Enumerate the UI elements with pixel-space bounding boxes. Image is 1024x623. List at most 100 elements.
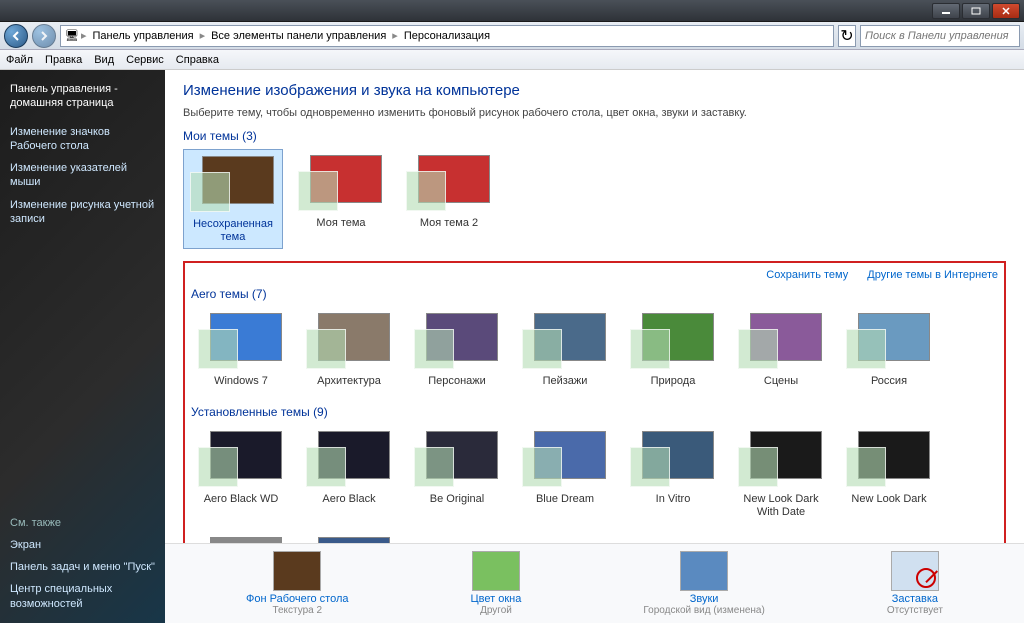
theme-item[interactable]: Природа — [623, 307, 723, 392]
sidebar-home-link[interactable]: Панель управления - домашняя страница — [8, 78, 157, 115]
theme-item[interactable]: Пейзажи — [515, 307, 615, 392]
footer-label: Фон Рабочего стола — [246, 593, 349, 605]
theme-label: New Look Dark — [843, 493, 935, 506]
theme-thumbnail — [520, 311, 610, 371]
theme-label: Be Original — [411, 493, 503, 506]
theme-thumbnail — [628, 311, 718, 371]
menu-file[interactable]: Файл — [6, 54, 33, 66]
theme-item[interactable]: Windows 7 — [191, 307, 291, 392]
scroll-area[interactable]: Изменение изображения и звука на компьют… — [165, 70, 1024, 543]
menu-tools[interactable]: Сервис — [126, 54, 164, 66]
theme-thumbnail — [844, 311, 934, 371]
address-bar: 🖥 ▸ Панель управления ▸ Все элементы пан… — [0, 22, 1024, 50]
content-pane: Изменение изображения и звука на компьют… — [165, 70, 1024, 623]
theme-thumbnail — [196, 311, 286, 371]
more-themes-link[interactable]: Другие темы в Интернете — [867, 269, 998, 281]
section-aero-themes: Aero темы (7) Windows 7 Архитектура Персон… — [191, 287, 998, 392]
footer-item[interactable]: ЗвукиГородской вид (изменена) — [643, 551, 764, 616]
footer-label: Цвет окна — [471, 593, 522, 605]
footer-sublabel: Другой — [471, 605, 522, 616]
search-input[interactable] — [860, 25, 1020, 47]
theme-label: In Vitro — [627, 493, 719, 506]
theme-thumbnail — [412, 429, 502, 489]
footer-sublabel: Отсутствует — [887, 605, 943, 616]
theme-thumbnail — [304, 429, 394, 489]
sidebar-link-display[interactable]: Экран — [8, 534, 157, 556]
chevron-right-icon: ▸ — [79, 29, 89, 42]
sidebar-link-mouse-pointers[interactable]: Изменение указателей мыши — [8, 157, 157, 194]
theme-item[interactable]: Персонажи — [407, 307, 507, 392]
theme-thumbnail — [628, 429, 718, 489]
footer-item[interactable]: Фон Рабочего столаТекстура 2 — [246, 551, 349, 616]
titlebar — [0, 0, 1024, 22]
menu-edit[interactable]: Правка — [45, 54, 82, 66]
theme-label: Архитектура — [303, 375, 395, 388]
menu-bar: Файл Правка Вид Сервис Справка — [0, 50, 1024, 70]
theme-item[interactable]: Архитектура — [299, 307, 399, 392]
footer-label: Звуки — [643, 593, 764, 605]
refresh-button[interactable]: ↻ — [838, 25, 856, 47]
theme-label: Сцены — [735, 375, 827, 388]
theme-label: Природа — [627, 375, 719, 388]
footer-sublabel: Текстура 2 — [246, 605, 349, 616]
section-my-themes: Мои темы (3) Несохраненная тема Моя тема М… — [183, 129, 1006, 249]
theme-item[interactable]: Aero Black WD — [191, 425, 291, 523]
theme-item[interactable] — [191, 531, 291, 543]
theme-item[interactable] — [299, 531, 399, 543]
theme-thumbnail — [196, 429, 286, 489]
menu-help[interactable]: Справка — [176, 54, 219, 66]
sidebar-link-ease-of-access[interactable]: Центр специальных возможностей — [8, 578, 157, 615]
sidebar: Панель управления - домашняя страница Из… — [0, 70, 165, 623]
section-title: Установленные темы (9) — [191, 405, 998, 419]
theme-label: New Look Dark With Date — [735, 493, 827, 519]
theme-item[interactable]: Blue Dream — [515, 425, 615, 523]
theme-item[interactable]: New Look Dark — [839, 425, 939, 523]
forward-button[interactable] — [32, 24, 56, 48]
theme-item[interactable]: Be Original — [407, 425, 507, 523]
breadcrumb-icon: 🖥 — [65, 29, 79, 42]
breadcrumb-item[interactable]: Панель управления — [89, 30, 198, 42]
chevron-right-icon: ▸ — [390, 29, 400, 42]
section-title: Мои темы (3) — [183, 129, 1006, 143]
theme-thumbnail — [412, 311, 502, 371]
minimize-button[interactable] — [932, 3, 960, 19]
sidebar-link-taskbar[interactable]: Панель задач и меню "Пуск" — [8, 556, 157, 578]
theme-label: Aero Black WD — [195, 493, 287, 506]
theme-item[interactable]: Россия — [839, 307, 939, 392]
theme-item[interactable]: New Look Dark With Date — [731, 425, 831, 523]
theme-item[interactable]: Моя тема — [291, 149, 391, 249]
theme-thumbnail — [296, 153, 386, 213]
breadcrumb-item[interactable]: Персонализация — [400, 30, 494, 42]
theme-item[interactable]: Несохраненная тема — [183, 149, 283, 249]
theme-label: Персонажи — [411, 375, 503, 388]
back-button[interactable] — [4, 24, 28, 48]
footer-item[interactable]: Цвет окнаДругой — [471, 551, 522, 616]
sidebar-link-account-picture[interactable]: Изменение рисунка учетной записи — [8, 194, 157, 231]
theme-item[interactable]: In Vitro — [623, 425, 723, 523]
theme-thumbnail — [736, 311, 826, 371]
highlighted-region: Сохранить тему Другие темы в Интернете A… — [183, 261, 1006, 543]
theme-label: Моя тема — [295, 217, 387, 230]
theme-item[interactable]: Aero Black — [299, 425, 399, 523]
theme-label: Россия — [843, 375, 935, 388]
breadcrumb[interactable]: 🖥 ▸ Панель управления ▸ Все элементы пан… — [60, 25, 834, 47]
theme-label: Aero Black — [303, 493, 395, 506]
theme-label: Пейзажи — [519, 375, 611, 388]
theme-label: Несохраненная тема — [188, 218, 278, 244]
chevron-right-icon: ▸ — [198, 29, 208, 42]
theme-item[interactable]: Моя тема 2 — [399, 149, 499, 249]
footer-item[interactable]: ЗаставкаОтсутствует — [887, 551, 943, 616]
section-title: Aero темы (7) — [191, 287, 998, 301]
maximize-button[interactable] — [962, 3, 990, 19]
menu-view[interactable]: Вид — [94, 54, 114, 66]
save-theme-link[interactable]: Сохранить тему — [766, 269, 848, 281]
footer-sublabel: Городской вид (изменена) — [643, 605, 764, 616]
page-title: Изменение изображения и звука на компьют… — [183, 82, 1006, 99]
theme-thumbnail — [188, 154, 278, 214]
theme-thumbnail — [404, 153, 494, 213]
close-button[interactable] — [992, 3, 1020, 19]
breadcrumb-item[interactable]: Все элементы панели управления — [207, 30, 390, 42]
theme-thumbnail — [304, 535, 394, 543]
sidebar-link-desktop-icons[interactable]: Изменение значков Рабочего стола — [8, 121, 157, 158]
theme-item[interactable]: Сцены — [731, 307, 831, 392]
